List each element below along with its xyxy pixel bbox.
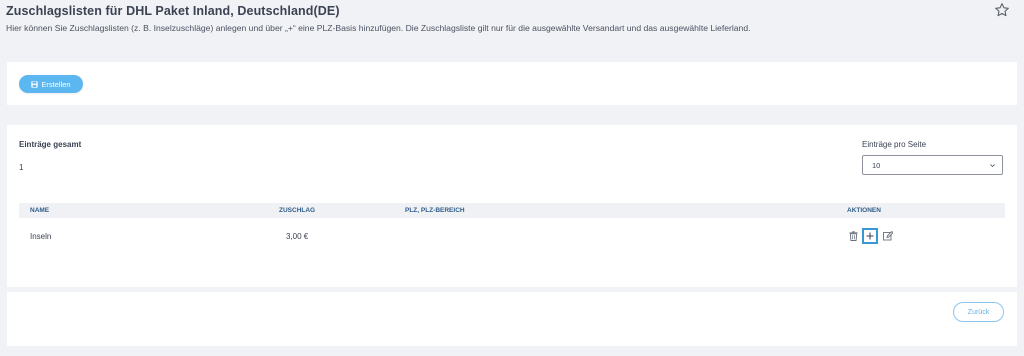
- edit-icon[interactable]: [883, 231, 893, 241]
- column-header-surcharge: ZUSCHLAG: [279, 207, 316, 214]
- page-title: Zuschlagslisten für DHL Paket Inland, De…: [6, 4, 340, 18]
- create-button-label: Erstellen: [41, 79, 71, 89]
- create-button[interactable]: Erstellen: [19, 75, 83, 93]
- row-surcharge: 3,00 €: [286, 232, 309, 241]
- per-page-select[interactable]: 10: [862, 155, 1003, 175]
- trash-icon[interactable]: [849, 231, 858, 241]
- chevron-down-icon: [990, 164, 995, 168]
- column-header-zip: PLZ, PLZ-BEREICH: [405, 207, 465, 214]
- row-name: Inseln: [30, 232, 52, 241]
- add-zip-button[interactable]: [862, 228, 878, 244]
- plus-icon: [866, 232, 874, 240]
- footer-card: Zurück: [7, 292, 1017, 346]
- column-header-name: NAME: [30, 207, 50, 214]
- save-icon: [31, 80, 39, 88]
- total-entries-label: Einträge gesamt: [19, 140, 82, 149]
- toolbar-card: Erstellen: [7, 62, 1017, 105]
- table-row: Inseln 3,00 €: [19, 221, 1005, 251]
- back-button[interactable]: Zurück: [953, 302, 1004, 322]
- table-header: NAME ZUSCHLAG PLZ, PLZ-BEREICH AKTIONEN: [19, 203, 1005, 218]
- row-actions: [847, 228, 897, 244]
- star-icon[interactable]: [994, 2, 1010, 18]
- total-entries-value: 1: [19, 163, 24, 172]
- column-header-actions: AKTIONEN: [847, 207, 881, 214]
- per-page-value: 10: [872, 160, 881, 170]
- per-page-label: Einträge pro Seite: [862, 140, 927, 149]
- list-card: Einträge gesamt 1 Einträge pro Seite 10 …: [7, 125, 1017, 287]
- page-description: Hier können Sie Zuschlagslisten (z. B. I…: [6, 23, 751, 33]
